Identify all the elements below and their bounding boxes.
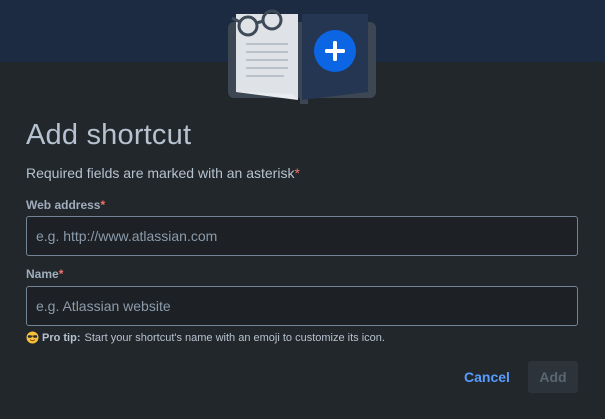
web-address-input[interactable] <box>26 216 578 256</box>
web-address-label: Web address* <box>26 198 105 212</box>
name-label: Name* <box>26 267 63 281</box>
plus-icon <box>314 30 356 72</box>
web-address-label-text: Web address <box>26 198 101 212</box>
pro-tip-text: Start your shortcut's name with an emoji… <box>84 331 385 344</box>
required-note-text: Required fields are marked with an aster… <box>26 165 295 181</box>
pro-tip: Pro tip: Start your shortcut's name with… <box>26 331 385 344</box>
name-input[interactable] <box>26 286 578 326</box>
dialog-title: Add shortcut <box>26 119 192 151</box>
pro-tip-label: Pro tip: <box>42 331 81 344</box>
add-button[interactable]: Add <box>528 361 578 393</box>
web-address-required-asterisk: * <box>100 198 106 212</box>
name-label-text: Name <box>26 267 59 281</box>
cancel-button[interactable]: Cancel <box>456 361 518 393</box>
smiling-face-with-sunglasses-icon <box>26 331 39 344</box>
required-asterisk: * <box>294 165 300 181</box>
required-fields-note: Required fields are marked with an aster… <box>26 165 300 181</box>
book-glasses-illustration <box>228 9 376 104</box>
name-required-asterisk: * <box>58 267 64 281</box>
